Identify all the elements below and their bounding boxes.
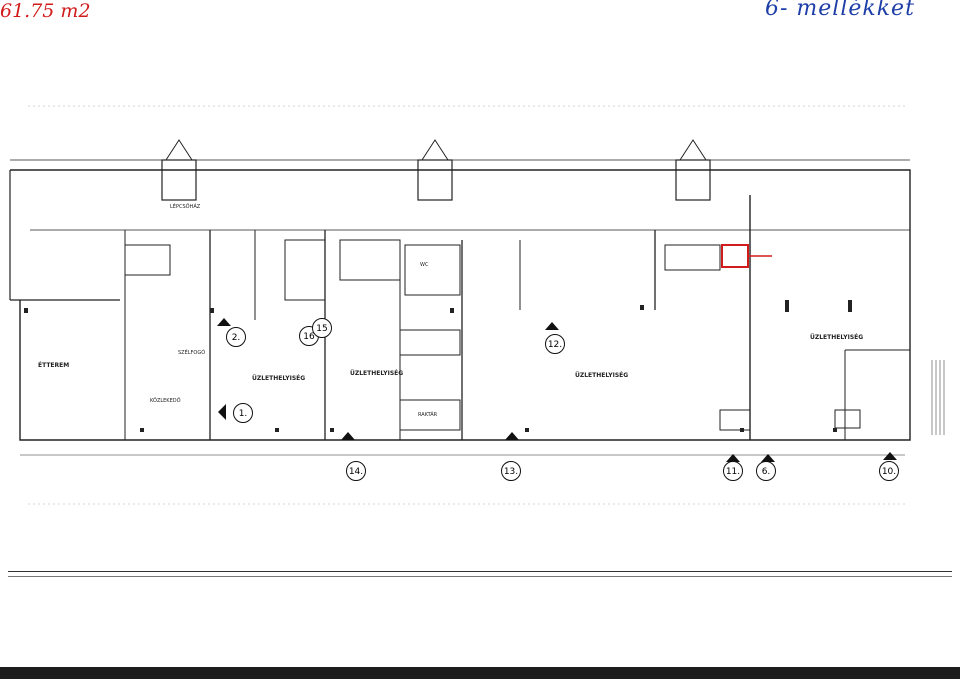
entrance-marker-1: 1. bbox=[233, 403, 253, 423]
divider-line bbox=[8, 576, 952, 577]
entrance-marker-14: 14. bbox=[346, 461, 366, 481]
entrance-marker-2: 2. bbox=[226, 327, 246, 347]
room-label: SZÉLFOGÓ bbox=[178, 350, 206, 356]
room-label: ÜZLETHELYISÉG bbox=[575, 372, 629, 379]
highlighted-room bbox=[721, 244, 749, 268]
entrance-marker-12: 12. bbox=[545, 334, 565, 354]
room-label: ÜZLETHELYISÉG bbox=[810, 334, 864, 341]
room-label: ÉTTEREM bbox=[38, 362, 70, 369]
entrance-marker-10: 10. bbox=[879, 461, 899, 481]
room-label: WC bbox=[420, 262, 429, 268]
entrance-marker-15: 15 bbox=[312, 318, 332, 338]
room-label: LÉPCSŐHÁZ bbox=[170, 204, 201, 210]
floor-plan-page: 6- mellékket 1. 2. 16 15 12. 14. 13. 11.… bbox=[0, 0, 960, 679]
room-label: KÖZLEKEDŐ bbox=[150, 398, 181, 404]
room-label: RAKTÁR bbox=[418, 412, 438, 418]
divider-line bbox=[8, 571, 952, 572]
room-label: ÜZLETHELYISÉG bbox=[252, 375, 306, 382]
room-label: ÜZLETHELYISÉG bbox=[350, 370, 404, 377]
entrance-marker-11: 11. bbox=[723, 461, 743, 481]
scan-edge bbox=[0, 667, 960, 679]
entrance-marker-6: 6. bbox=[756, 461, 776, 481]
entrance-marker-13: 13. bbox=[501, 461, 521, 481]
